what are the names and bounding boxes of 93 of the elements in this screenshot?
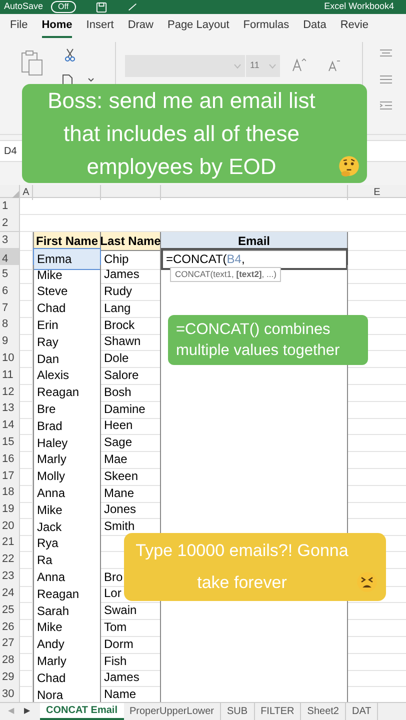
caption-text: =CONCAT() combines multiple values together xyxy=(168,315,368,365)
table-cell-text: Heen xyxy=(104,417,133,434)
emoji-icon xyxy=(356,571,378,593)
table-cell-text: Salore xyxy=(104,366,139,384)
chevron-down-icon xyxy=(269,64,276,68)
ribbon-tab[interactable]: Revie xyxy=(340,16,368,38)
caret-icon[interactable] xyxy=(88,78,94,82)
table-cell-text: Dorm xyxy=(104,636,134,653)
decrease-font-icon[interactable] xyxy=(328,60,340,72)
table-cell-text: Erin xyxy=(37,317,58,334)
table-cell-text: Chad xyxy=(37,670,66,687)
table-cell-text: Reagan xyxy=(37,586,80,603)
table-cell-text: Mae xyxy=(104,450,128,468)
table-cell-text: Mike xyxy=(37,619,62,636)
table-cell-text: Mike xyxy=(37,266,62,284)
table-cell-text: Dan xyxy=(37,350,60,368)
table-cell-text: Mane xyxy=(104,484,134,502)
table-cell-text: Damine xyxy=(104,400,146,418)
scroll-right-button[interactable]: ▶ xyxy=(24,705,30,718)
cut-icon[interactable] xyxy=(65,48,75,62)
table-cell-text: Jack xyxy=(37,518,62,536)
table-cell-text: James xyxy=(104,669,140,686)
table-cell-text: Reagan xyxy=(37,384,80,402)
sheet-tab[interactable]: Sheet2 xyxy=(301,702,346,720)
ribbon-tab[interactable]: Data xyxy=(303,16,326,38)
name-box[interactable]: D4 xyxy=(4,144,17,158)
table-cell-text: Shawn xyxy=(104,333,141,350)
table-cell-text: Lor xyxy=(104,585,122,602)
table-cell-text: Sage xyxy=(104,434,132,452)
indent-icon[interactable] xyxy=(380,101,392,110)
ribbon-tab[interactable]: Insert xyxy=(86,16,114,38)
window-title: Excel Workbook4 xyxy=(324,0,395,14)
table-cell-text: Lang xyxy=(104,300,131,317)
table-cell-text: Rya xyxy=(37,534,58,552)
caption-text: Boss: send me an email list that includes all of these employees by EOD xyxy=(46,87,316,181)
column-title: First Name xyxy=(36,232,98,250)
function-tooltip: CONCAT(text1, [text2], ...) xyxy=(170,267,282,282)
emoji-icon xyxy=(338,155,360,177)
table-cell-text: Dole xyxy=(104,350,129,368)
autosave-toggle[interactable]: Off xyxy=(51,1,76,13)
ribbon-tab[interactable]: Draw xyxy=(128,16,154,38)
caption-text: Type 10000 emails?! Gonna take forever xyxy=(134,540,350,594)
table-cell-text: Nora xyxy=(37,686,64,704)
table-cell-text: Name xyxy=(104,686,136,704)
column-header[interactable]: A xyxy=(22,185,30,200)
table-cell-text: Brock xyxy=(104,316,135,334)
increase-font-icon[interactable] xyxy=(292,58,306,72)
table-cell-text: Brad xyxy=(37,418,62,435)
sheet-tab[interactable]: CONCAT Email xyxy=(40,702,124,720)
table-cell-text: Chip xyxy=(104,250,129,268)
table-cell-text: Ray xyxy=(37,334,58,351)
table-cell-text: Swain xyxy=(104,602,137,620)
align-top-icon[interactable] xyxy=(380,49,392,57)
sheet-tab[interactable]: SUB xyxy=(221,702,255,720)
table-cell-text: Bro xyxy=(104,568,123,586)
sheet-tab[interactable]: FILTER xyxy=(254,702,302,720)
table-cell-text: Anna xyxy=(37,485,66,502)
table-cell-text: Jones xyxy=(104,501,136,518)
table-cell-text: Skeen xyxy=(104,468,138,485)
table-cell-text: Marly xyxy=(37,451,66,468)
table-cell-text: Molly xyxy=(37,468,66,486)
table-cell-text: Alexis xyxy=(37,367,70,384)
table-cell-text: Ra xyxy=(37,552,52,569)
table-cell-text: Rudy xyxy=(104,282,132,300)
table-cell-text: Fish xyxy=(104,652,127,670)
table-cell-text: Haley xyxy=(37,434,68,452)
table-cell-text: Sarah xyxy=(37,602,70,620)
table-cell-text: Bre xyxy=(37,401,56,418)
table-cell-text: Anna xyxy=(37,569,66,586)
table-cell-text: Andy xyxy=(37,636,64,654)
ribbon-tab[interactable]: File xyxy=(10,16,28,38)
sheet-tab[interactable]: DAT xyxy=(346,702,378,720)
table-cell-text: Steve xyxy=(37,283,68,300)
align-middle-icon[interactable] xyxy=(380,75,392,84)
table-cell-text: James xyxy=(104,266,140,284)
table-cell-text: Chad xyxy=(37,300,66,318)
table-cell-text: Smith xyxy=(104,518,135,536)
column-header[interactable]: E xyxy=(374,185,380,200)
autosave-label: AutoSave xyxy=(4,0,44,14)
column-title: Last Name xyxy=(100,232,161,250)
table-cell-text: Tom xyxy=(104,618,127,636)
table-cell-text: Mike xyxy=(37,502,62,519)
save-icon[interactable] xyxy=(96,2,107,12)
chevron-down-icon xyxy=(234,64,241,68)
sheet-tab[interactable]: ProperUpperLower xyxy=(124,702,221,720)
paste-icon[interactable] xyxy=(20,50,44,76)
table-cell-text: Bosh xyxy=(104,384,132,401)
table-cell-text: Emma xyxy=(37,251,72,268)
column-title: Email xyxy=(238,232,270,250)
font-name-field[interactable] xyxy=(125,55,245,77)
ribbon-tab[interactable]: Page Layout xyxy=(167,16,230,38)
table-cell-text: Marly xyxy=(37,653,66,670)
ribbon-tab[interactable]: Formulas xyxy=(243,16,290,38)
